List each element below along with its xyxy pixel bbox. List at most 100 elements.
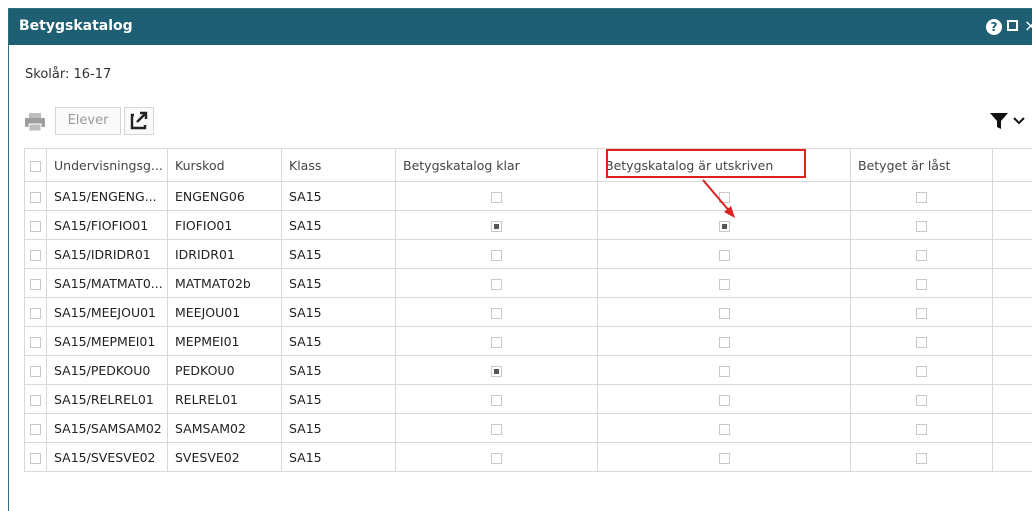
checkbox[interactable] <box>30 336 41 348</box>
checkbox[interactable] <box>30 452 41 464</box>
cell-empty <box>992 239 1032 269</box>
cell-undervisningsgrupp: SA15/MATMAT0... <box>46 268 168 298</box>
cell-betygskatalog-klar <box>395 413 598 443</box>
checkbox[interactable] <box>491 307 502 319</box>
printer-icon <box>25 113 45 132</box>
checkbox[interactable] <box>718 278 730 290</box>
checkbox[interactable] <box>491 220 502 232</box>
cell-betyget-last <box>850 268 993 298</box>
cell-undervisningsgrupp: SA15/MEPMEI01 <box>46 326 168 356</box>
checkbox[interactable] <box>491 423 502 435</box>
cell-klass: SA15 <box>281 326 396 356</box>
cell-betygskatalog-klar <box>395 210 598 240</box>
checkbox[interactable] <box>491 365 502 377</box>
col-header-betygskatalog-utskriven[interactable]: Betygskatalog är utskriven <box>597 148 851 182</box>
checkbox[interactable] <box>491 452 502 464</box>
checkbox[interactable] <box>916 336 927 348</box>
table-row[interactable]: SA15/MEPMEI01 MEPMEI01 SA15 <box>24 326 1032 356</box>
checkbox[interactable] <box>491 278 502 290</box>
cell-undervisningsgrupp: SA15/SVESVE02 <box>46 442 168 472</box>
checkbox[interactable] <box>916 278 927 290</box>
select-all-checkbox[interactable] <box>24 148 47 182</box>
cell-kurskod: FIOFIO01 <box>167 210 282 240</box>
checkbox[interactable] <box>916 307 927 319</box>
col-header-klass[interactable]: Klass <box>281 148 396 182</box>
table-row[interactable]: SA15/SVESVE02 SVESVE02 SA15 <box>24 442 1032 472</box>
checkbox[interactable] <box>718 220 730 232</box>
checkbox[interactable] <box>718 336 730 348</box>
table-row[interactable]: SA15/ENGENG... ENGENG06 SA15 <box>24 181 1032 211</box>
checkbox[interactable] <box>718 365 730 377</box>
col-header-kurskod[interactable]: Kurskod <box>167 148 282 182</box>
export-button[interactable] <box>124 107 154 135</box>
checkbox[interactable] <box>30 423 41 435</box>
checkbox[interactable] <box>30 278 41 290</box>
cell-kurskod: PEDKOU0 <box>167 355 282 385</box>
print-button[interactable] <box>24 111 46 133</box>
checkbox[interactable] <box>30 249 41 261</box>
checkbox[interactable] <box>718 423 730 435</box>
checkbox[interactable] <box>491 191 502 203</box>
elever-button[interactable]: Elever <box>55 107 121 135</box>
checkbox[interactable] <box>718 249 730 261</box>
cell-undervisningsgrupp: SA15/MEEJOU01 <box>46 297 168 327</box>
cell-betygskatalog-utskriven <box>597 239 851 269</box>
cell-empty <box>992 384 1032 414</box>
checkbox[interactable] <box>30 307 41 319</box>
checkbox[interactable] <box>718 307 730 319</box>
col-header-betyget-last[interactable]: Betyget är låst <box>850 148 993 182</box>
table-row[interactable]: SA15/MEEJOU01 MEEJOU01 SA15 <box>24 297 1032 327</box>
cell-betyget-last <box>850 297 993 327</box>
checkbox[interactable] <box>30 220 41 232</box>
cell-undervisningsgrupp: SA15/PEDKOU0 <box>46 355 168 385</box>
table-row[interactable]: SA15/RELREL01 RELREL01 SA15 <box>24 384 1032 414</box>
help-icon[interactable]: ? <box>986 19 1002 35</box>
checkbox[interactable] <box>916 191 927 203</box>
window-title: Betygskatalog <box>19 18 133 34</box>
cell-empty <box>992 355 1032 385</box>
cell-betygskatalog-klar <box>395 442 598 472</box>
table-row[interactable]: SA15/MATMAT0... MATMAT02b SA15 <box>24 268 1032 298</box>
checkbox[interactable] <box>916 452 927 464</box>
cell-betygskatalog-utskriven <box>597 297 851 327</box>
close-icon[interactable]: × <box>1024 16 1032 35</box>
table-row[interactable]: SA15/IDRIDR01 IDRIDR01 SA15 <box>24 239 1032 269</box>
row-select-cell <box>24 239 47 269</box>
checkbox[interactable] <box>916 394 927 406</box>
cell-betygskatalog-utskriven <box>597 384 851 414</box>
checkbox[interactable] <box>718 394 730 406</box>
table-row[interactable]: SA15/FIOFIO01 FIOFIO01 SA15 <box>24 210 1032 240</box>
checkbox[interactable] <box>916 365 927 377</box>
checkbox[interactable] <box>30 191 41 203</box>
cell-undervisningsgrupp: SA15/IDRIDR01 <box>46 239 168 269</box>
cell-kurskod: SAMSAM02 <box>167 413 282 443</box>
row-select-cell <box>24 442 47 472</box>
checkbox[interactable] <box>718 191 730 203</box>
cell-betyget-last <box>850 442 993 472</box>
checkbox[interactable] <box>30 365 41 377</box>
checkbox[interactable] <box>718 452 730 464</box>
cell-empty <box>992 297 1032 327</box>
cell-empty <box>992 181 1032 211</box>
checkbox[interactable] <box>30 394 41 406</box>
maximize-icon[interactable] <box>1007 20 1018 31</box>
cell-undervisningsgrupp: SA15/ENGENG... <box>46 181 168 211</box>
row-select-cell <box>24 297 47 327</box>
table-row[interactable]: SA15/SAMSAM02 SAMSAM02 SA15 <box>24 413 1032 443</box>
cell-betyget-last <box>850 326 993 356</box>
checkbox[interactable] <box>491 249 502 261</box>
cell-kurskod: IDRIDR01 <box>167 239 282 269</box>
cell-klass: SA15 <box>281 181 396 211</box>
filter-button[interactable] <box>988 109 1032 133</box>
checkbox[interactable] <box>491 336 502 348</box>
export-icon <box>130 111 148 130</box>
checkbox[interactable] <box>30 160 41 172</box>
checkbox[interactable] <box>916 249 927 261</box>
checkbox[interactable] <box>916 423 927 435</box>
col-header-betygskatalog-klar[interactable]: Betygskatalog klar <box>395 148 598 182</box>
cell-klass: SA15 <box>281 268 396 298</box>
table-row[interactable]: SA15/PEDKOU0 PEDKOU0 SA15 <box>24 355 1032 385</box>
checkbox[interactable] <box>916 220 927 232</box>
col-header-undervisningsgrupp[interactable]: Undervisningsg... <box>46 148 168 182</box>
checkbox[interactable] <box>491 394 502 406</box>
